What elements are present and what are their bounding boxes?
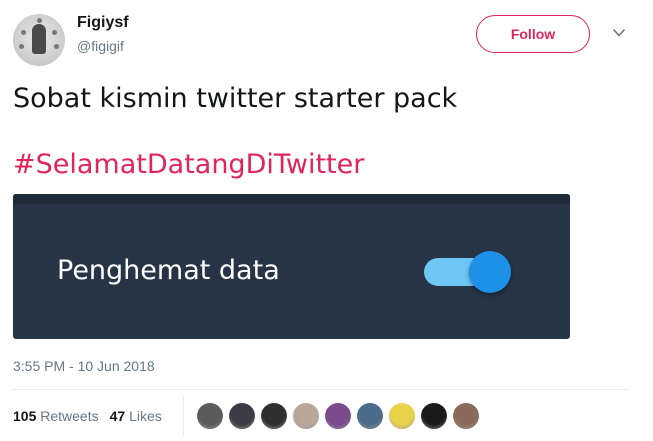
liker-avatar[interactable]	[260, 402, 288, 430]
media-top-bar	[13, 194, 570, 204]
likes-stat[interactable]: 47 Likes	[110, 408, 162, 424]
user-display-name[interactable]: Figiysf	[77, 14, 129, 32]
tweet-stats: 105 Retweets 47 Likes	[13, 408, 162, 424]
avatar-decoration	[37, 18, 42, 23]
avatar-decoration	[52, 30, 57, 35]
stats-separator	[183, 396, 184, 436]
avatar-figure	[32, 24, 46, 54]
toggle-knob	[469, 251, 511, 293]
tweet-timestamp[interactable]: 3:55 PM - 10 Jun 2018	[13, 358, 155, 374]
liker-avatar[interactable]	[228, 402, 256, 430]
avatar-decoration	[54, 44, 59, 49]
liker-avatar[interactable]	[420, 402, 448, 430]
user-avatar[interactable]	[13, 14, 65, 66]
divider	[13, 389, 629, 390]
user-handle[interactable]: @figigif	[77, 38, 124, 54]
liker-avatar[interactable]	[324, 402, 352, 430]
data-saver-label: Penghemat data	[57, 255, 280, 286]
retweets-stat[interactable]: 105 Retweets	[13, 408, 99, 424]
liker-avatar[interactable]	[452, 402, 480, 430]
follow-button[interactable]: Follow	[476, 15, 590, 53]
likes-count: 47	[109, 408, 126, 424]
liker-avatar[interactable]	[388, 402, 416, 430]
avatar-decoration	[21, 30, 26, 35]
hashtag-link[interactable]: #SelamatDatangDiTwitter	[13, 149, 364, 180]
retweets-label: Retweets	[40, 408, 99, 424]
chevron-down-icon[interactable]	[612, 26, 626, 40]
liker-avatar[interactable]	[292, 402, 320, 430]
tweet-media-image[interactable]: Penghemat data	[13, 194, 570, 339]
likes-label: Likes	[129, 408, 162, 424]
tweet-text: Sobat kismin twitter starter pack	[13, 83, 458, 114]
likers-avatars	[196, 402, 480, 430]
avatar-decoration	[19, 44, 24, 49]
liker-avatar[interactable]	[356, 402, 384, 430]
retweets-count: 105	[13, 408, 37, 424]
liker-avatar[interactable]	[196, 402, 224, 430]
